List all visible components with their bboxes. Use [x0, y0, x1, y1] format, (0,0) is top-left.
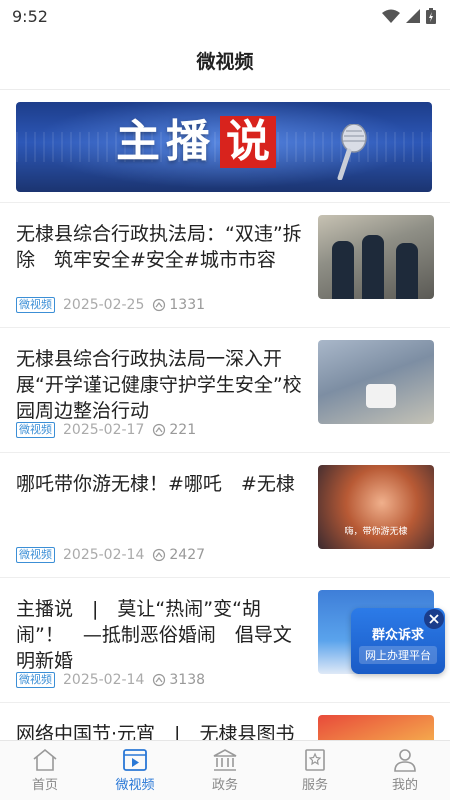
banner-text-red: 说 — [220, 116, 276, 168]
battery-icon — [426, 8, 436, 24]
nav-label: 我的 — [391, 778, 418, 793]
nav-item-profile[interactable]: 我的 — [360, 741, 450, 800]
item-view-count: 1331 — [169, 297, 206, 313]
wifi-icon — [382, 9, 400, 23]
close-icon[interactable] — [424, 609, 444, 629]
nav-label: 首页 — [31, 778, 58, 793]
float-badge-subtitle: 网上办理平台 — [359, 646, 437, 664]
item-tag: 微视频 — [16, 422, 55, 438]
item-tag: 微视频 — [16, 672, 55, 688]
views-icon — [153, 298, 166, 312]
nav-item-video[interactable]: 微视频 — [90, 741, 180, 800]
item-thumbnail[interactable]: 嗨，带你游无棣 — [318, 465, 434, 549]
item-views: 221 — [152, 422, 196, 438]
thumb-figure — [396, 243, 418, 299]
item-meta: 微视频 2025-02-14 2427 — [16, 547, 205, 563]
nav-label: 政务 — [211, 778, 238, 793]
views-icon — [153, 423, 166, 437]
item-tag: 微视频 — [16, 547, 55, 563]
thumb-caption: 嗨，带你游无棣 — [344, 527, 408, 537]
item-views: 3138 — [152, 672, 205, 688]
item-views: 2427 — [152, 547, 205, 563]
item-title: 主播说 | 莫让“热闹”变“胡闹”！ —抵制恶俗婚闹 倡导文明新婚 — [16, 598, 292, 672]
feed-item[interactable]: 哪吒带你游无棣！#哪吒 #无棣 微视频 2025-02-14 2427 嗨，带你… — [0, 452, 450, 577]
item-thumbnail[interactable] — [318, 715, 434, 740]
profile-icon — [394, 749, 416, 772]
item-thumbnail[interactable] — [318, 215, 434, 299]
status-bar: 9:52 — [0, 0, 450, 32]
microphone-icon — [337, 124, 367, 180]
views-icon — [153, 673, 166, 687]
item-date: 2025-02-14 — [63, 672, 145, 688]
anchor-banner[interactable]: 主播 说 — [16, 102, 432, 192]
feed-item[interactable]: 网络中国节·元宵 | 无棣县图书馆 — [0, 702, 450, 740]
item-date: 2025-02-14 — [63, 547, 145, 563]
home-icon — [33, 748, 57, 771]
signal-icon — [406, 9, 420, 23]
item-views: 1331 — [152, 297, 205, 313]
video-icon — [123, 749, 147, 771]
nav-label: 微视频 — [115, 778, 155, 793]
page-header: 微视频 — [0, 32, 450, 90]
item-meta: 微视频 2025-02-25 1331 — [16, 297, 205, 313]
status-icons — [382, 8, 436, 24]
item-view-count: 221 — [169, 422, 197, 438]
item-date: 2025-02-17 — [63, 422, 145, 438]
item-date: 2025-02-25 — [63, 297, 145, 313]
item-title: 网络中国节·元宵 | 无棣县图书馆 — [16, 723, 295, 740]
nav-item-home[interactable]: 首页 — [0, 741, 90, 800]
item-title: 无棣县综合行政执法局一深入开展“开学谨记健康守护学生安全”校园周边整治行动 — [16, 348, 302, 422]
item-view-count: 2427 — [169, 547, 206, 563]
nav-label: 服务 — [301, 778, 328, 793]
views-icon — [153, 548, 166, 562]
feed-item[interactable]: 无棣县综合行政执法局一深入开展“开学谨记健康守护学生安全”校园周边整治行动 微视… — [0, 327, 450, 452]
government-icon — [213, 749, 237, 771]
service-icon — [305, 749, 325, 771]
status-time: 9:52 — [12, 6, 48, 26]
banner-text-white: 主播 — [116, 116, 216, 167]
bottom-nav: 首页 微视频 政务 服务 我的 — [0, 740, 450, 800]
nav-item-service[interactable]: 服务 — [270, 741, 360, 800]
feed-item[interactable]: 无棣县综合行政执法局：“双违”拆除 筑牢安全#安全#城市市容 微视频 2025-… — [0, 202, 450, 327]
item-tag: 微视频 — [16, 297, 55, 313]
banner-title: 主播 说 — [116, 116, 276, 168]
item-meta: 微视频 2025-02-17 221 — [16, 422, 196, 438]
item-title: 无棣县综合行政执法局：“双违”拆除 筑牢安全#安全#城市市容 — [16, 223, 302, 271]
thumb-figure — [332, 241, 354, 299]
item-thumbnail[interactable] — [318, 340, 434, 424]
page-title: 微视频 — [196, 51, 254, 73]
item-title: 哪吒带你游无棣！#哪吒 #无棣 — [16, 473, 295, 495]
nav-item-government[interactable]: 政务 — [180, 741, 270, 800]
item-meta: 微视频 2025-02-14 3138 — [16, 672, 205, 688]
thumb-figure — [366, 384, 396, 408]
item-view-count: 3138 — [169, 672, 206, 688]
thumb-figure — [362, 235, 384, 299]
